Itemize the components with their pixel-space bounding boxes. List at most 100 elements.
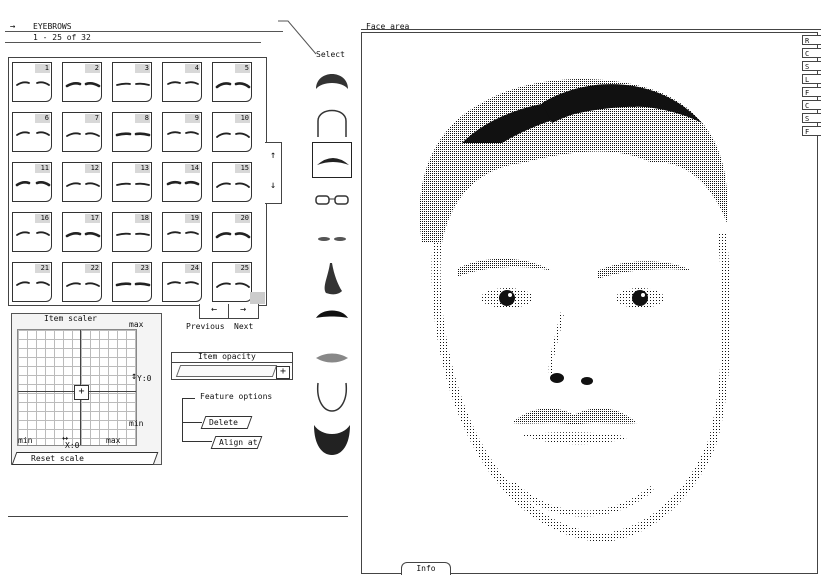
face-side-tab[interactable]: L [802, 74, 821, 84]
hair-icon [316, 74, 348, 89]
eyes-icon [318, 237, 346, 241]
scaler-max-y: max [129, 320, 144, 329]
eyebrow-thumb-number: 19 [185, 214, 200, 223]
eyebrow-thumb[interactable]: 1 [12, 62, 52, 102]
eyebrow-thumb[interactable]: 22 [62, 262, 102, 302]
eyebrow-thumb-number: 15 [235, 164, 250, 173]
eyebrow-thumb-number: 2 [85, 64, 100, 73]
scale-handle-icon[interactable]: + [74, 385, 89, 400]
eyebrow-thumb-number: 7 [85, 114, 100, 123]
eyebrow-thumb[interactable]: 12 [62, 162, 102, 202]
eyebrow-thumb-number: 4 [185, 64, 200, 73]
select-mouth[interactable] [312, 340, 352, 376]
eyebrow-thumb[interactable]: 2 [62, 62, 102, 102]
eyebrow-thumb-number: 21 [35, 264, 50, 273]
eyebrow-thumb-number: 5 [235, 64, 250, 73]
item-scaler-title: Item scaler [44, 314, 97, 323]
face-side-tab[interactable]: F [802, 126, 821, 136]
scaler-grid[interactable]: + [17, 329, 137, 446]
item-scaler-panel: Item scaler max + ↕ Y:0 min min ↔ X:0 ma… [11, 313, 162, 465]
face-side-tab[interactable]: F [802, 87, 821, 97]
delete-button[interactable]: Delete [200, 416, 253, 429]
opacity-handle-icon[interactable]: + [276, 366, 290, 379]
bottom-divider [8, 516, 348, 517]
eyebrow-thumb-number: 23 [135, 264, 150, 273]
eyebrow-thumb[interactable]: 10 [212, 112, 252, 152]
align-at-button[interactable]: Align at [210, 436, 263, 449]
info-tab[interactable]: Info [401, 562, 451, 575]
scaler-min-y: min [129, 419, 144, 428]
select-chin[interactable] [312, 379, 352, 415]
eyebrow-thumb[interactable]: 20 [212, 212, 252, 252]
face-side-tab[interactable]: R [802, 35, 821, 45]
eyebrow-grid: 1 2 3 4 5 6 7 8 9 10 11 12 13 14 15 16 17 18 19 20 21 22 23 24 2… [8, 57, 267, 306]
x-readout: X:0 [65, 441, 80, 450]
eyebrow-thumb[interactable]: 23 [112, 262, 152, 302]
face-side-tab[interactable]: S [802, 113, 821, 123]
item-opacity-panel: Item opacity + [171, 352, 293, 380]
previous-button[interactable]: ← [200, 304, 229, 318]
select-moustache[interactable] [312, 300, 352, 336]
eyebrow-thumb-number: 22 [85, 264, 100, 273]
eyebrow-thumb[interactable]: 3 [112, 62, 152, 102]
select-label: Select [316, 50, 345, 59]
face-area-topline [361, 29, 821, 30]
eyebrow-thumb-number: 17 [85, 214, 100, 223]
y-readout: Y:0 [137, 374, 152, 383]
eyebrow-thumb-number: 24 [185, 264, 200, 273]
eyebrow-thumb[interactable]: 17 [62, 212, 102, 252]
select-beard[interactable] [312, 419, 352, 455]
eyebrow-thumb[interactable]: 4 [162, 62, 202, 102]
eyebrow-thumb[interactable]: 14 [162, 162, 202, 202]
category-title: EYEBROWS [33, 22, 72, 31]
feature-options-bracket [182, 398, 183, 441]
eyebrow-thumb[interactable]: 16 [12, 212, 52, 252]
eyebrow-thumb-number: 10 [235, 114, 250, 123]
eyebrow-thumb[interactable]: 13 [112, 162, 152, 202]
eyebrow-thumb-number: 16 [35, 214, 50, 223]
eyebrow-thumb[interactable]: 6 [12, 112, 52, 152]
select-hair[interactable] [312, 63, 352, 99]
eyebrow-thumb-number: 6 [35, 114, 50, 123]
select-eyebrows[interactable] [312, 142, 352, 178]
header-diagonal [278, 20, 317, 55]
eyebrow-thumb[interactable]: 8 [112, 112, 152, 152]
eyebrow-thumb[interactable]: 18 [112, 212, 152, 252]
face-area[interactable] [361, 32, 818, 574]
eyebrow-thumb-number: 13 [135, 164, 150, 173]
opacity-slider-track[interactable] [175, 365, 278, 377]
nose-icon [324, 262, 342, 294]
eyebrow-thumb[interactable]: 15 [212, 162, 252, 202]
eyebrow-thumb[interactable]: 11 [12, 162, 52, 202]
eyebrow-thumb[interactable]: 25 [212, 262, 252, 302]
glasses-icon [315, 194, 349, 205]
item-opacity-label: Item opacity [198, 352, 256, 361]
scroll-down-button[interactable]: ↓ [267, 179, 279, 193]
eyebrow-thumb[interactable]: 7 [62, 112, 102, 152]
pager: ← → [199, 304, 259, 319]
eyebrow-thumb[interactable]: 21 [12, 262, 52, 302]
eyebrow-thumb-number: 3 [135, 64, 150, 73]
face-side-tab[interactable]: C [802, 100, 821, 110]
select-face-shape[interactable] [312, 103, 352, 139]
scroll-up-button[interactable]: ↑ [267, 149, 279, 163]
select-nose[interactable] [312, 261, 352, 297]
grid-scrollbar: ↑ ↓ [265, 142, 282, 204]
scaler-min-x: min [18, 436, 33, 445]
feature-options-title: Feature options [200, 392, 273, 401]
eyebrow-thumb[interactable]: 24 [162, 262, 202, 302]
eyebrow-thumb-number: 11 [35, 164, 50, 173]
select-glasses[interactable] [312, 182, 352, 218]
face-side-tab[interactable]: S [802, 61, 821, 71]
next-button[interactable]: → [229, 304, 257, 318]
eyebrow-thumb-number: 9 [185, 114, 200, 123]
eyebrow-thumb-number: 14 [185, 164, 200, 173]
select-eyes[interactable] [312, 221, 352, 257]
reset-scale-button[interactable]: Reset scale [11, 452, 159, 465]
eyebrow-thumb[interactable]: 9 [162, 112, 202, 152]
previous-label: Previous [186, 322, 225, 331]
face-side-tab[interactable]: C [802, 48, 821, 58]
eyebrow-thumb[interactable]: 19 [162, 212, 202, 252]
header-divider [5, 42, 261, 43]
eyebrow-thumb[interactable]: 5 [212, 62, 252, 102]
